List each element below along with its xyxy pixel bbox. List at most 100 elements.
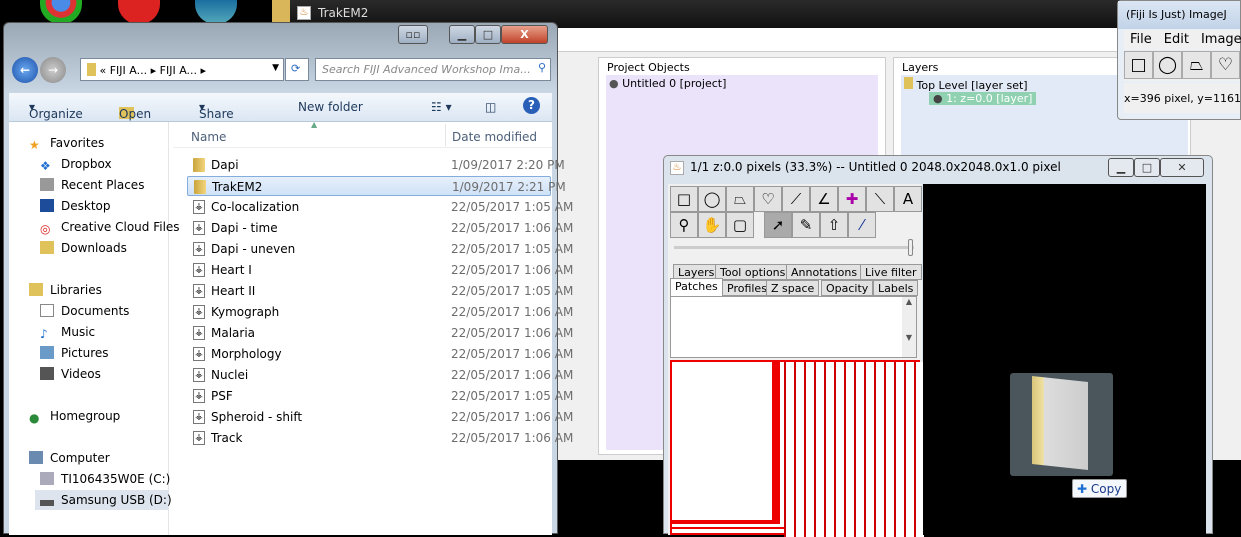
chrome-icon[interactable] <box>40 0 82 24</box>
brush-tool-icon[interactable]: ⁄ <box>848 212 876 238</box>
file-row[interactable]: ⚶ Track 22/05/2017 1:06 AM <box>187 428 573 448</box>
folder-icon[interactable] <box>272 0 290 24</box>
file-row[interactable]: ⚶ Dapi - uneven 22/05/2017 1:05 AM <box>187 239 573 259</box>
file-row[interactable]: ⚶ Co-localization 22/05/2017 1:05 AM <box>187 197 573 217</box>
tab-patches[interactable]: Patches <box>670 278 723 297</box>
homegroup-icon: ● <box>29 411 40 425</box>
text-tool-icon[interactable]: A <box>894 186 922 212</box>
nav-downloads[interactable]: Downloads <box>40 241 127 255</box>
nav-recent-places[interactable]: Recent Places <box>40 178 144 192</box>
itunes-icon[interactable] <box>118 0 160 24</box>
file-name: Malaria <box>211 326 256 340</box>
app-icon[interactable] <box>195 0 237 24</box>
nav-music[interactable]: ♪ Music <box>40 325 95 341</box>
color-picker-tool-icon[interactable]: ▢ <box>726 212 754 238</box>
tab-live-filter[interactable]: Live filter <box>860 264 922 280</box>
chevron-down-icon[interactable]: ▼ <box>272 63 279 73</box>
tab-z-space[interactable]: Z space <box>766 280 820 296</box>
minimize-button[interactable]: ▁ <box>1108 158 1134 177</box>
forward-button[interactable]: → <box>40 57 66 83</box>
breadcrumb-overflow[interactable]: « <box>100 64 107 77</box>
angle-tool-icon[interactable]: ∠ <box>810 186 838 212</box>
nav-drive-d[interactable]: Samsung USB (D:) <box>35 490 172 510</box>
tab-annotations[interactable]: Annotations <box>786 264 863 280</box>
nav-dropbox[interactable]: ❖ Dropbox <box>40 157 112 173</box>
nav-videos[interactable]: Videos <box>40 367 101 381</box>
address-bar[interactable]: « FIJI A... ▸ FIJI A... ▸ ▼ <box>80 58 284 81</box>
pen-tool-icon[interactable]: ⇧ <box>820 212 848 238</box>
menu-image[interactable]: Image <box>1201 32 1241 47</box>
back-button[interactable]: ← <box>12 57 38 83</box>
polygon-tool-icon[interactable]: ⏢ <box>726 186 754 212</box>
share-with-button[interactable]: Share with ▾ <box>199 100 234 135</box>
tab-labels[interactable]: Labels <box>873 280 919 296</box>
point-tool-icon[interactable]: ✚ <box>838 186 866 212</box>
menu-edit[interactable]: Edit <box>1164 32 1189 47</box>
close-button[interactable]: ✕ <box>1160 158 1204 177</box>
oval-tool-icon[interactable]: ◯ <box>698 186 726 212</box>
help-icon[interactable]: ? <box>523 97 540 114</box>
file-row[interactable]: ⚶ Kymograph 22/05/2017 1:06 AM <box>187 302 573 322</box>
file-row[interactable]: TrakEM2 1/09/2017 2:21 PM <box>187 176 566 196</box>
tree-node-layer[interactable]: ● 1: z=0.0 [layer] <box>929 92 1037 105</box>
search-input[interactable]: Search FIJI Advanced Workshop Ima... ⚲ <box>315 58 551 81</box>
rectangle-tool-icon[interactable]: □ <box>1124 51 1153 79</box>
nav-documents[interactable]: Documents <box>40 304 129 318</box>
polygon-tool-icon[interactable]: ⏢ <box>1182 51 1211 79</box>
tab-profiles[interactable]: Profiles <box>722 280 772 296</box>
file-row[interactable]: ⚶ Nuclei 22/05/2017 1:06 AM <box>187 365 573 385</box>
tab-tool-options[interactable]: Tool options <box>715 264 791 280</box>
hand-tool-icon[interactable]: ✋ <box>698 212 726 238</box>
file-row[interactable]: ⚶ Malaria 22/05/2017 1:06 AM <box>187 323 573 343</box>
zoom-tool-icon[interactable]: ⚲ <box>670 212 698 238</box>
file-row[interactable]: ⚶ Heart II 22/05/2017 1:05 AM <box>187 281 573 301</box>
breadcrumb-item[interactable]: FIJI A... <box>160 64 197 77</box>
maximize-button[interactable]: □ <box>1134 158 1160 177</box>
layer-slider-thumb[interactable] <box>908 239 913 256</box>
oval-tool-icon[interactable]: ◯ <box>1153 51 1182 79</box>
file-row[interactable]: ⚶ PSF 22/05/2017 1:05 AM <box>187 386 573 406</box>
wand-tool-icon[interactable]: ⟍ <box>866 186 894 212</box>
file-row[interactable]: Dapi 1/09/2017 2:20 PM <box>187 155 565 175</box>
file-row[interactable]: ⚶ Spheroid - shift 22/05/2017 1:06 AM <box>187 407 573 427</box>
display-canvas[interactable] <box>923 184 1206 535</box>
freehand-tool-icon[interactable]: ♡ <box>754 186 782 212</box>
nav-libraries[interactable]: Libraries <box>29 283 102 297</box>
close-button[interactable]: X <box>501 25 548 44</box>
pencil-tool-icon[interactable]: ✎ <box>792 212 820 238</box>
file-row[interactable]: ⚶ Heart I 22/05/2017 1:06 AM <box>187 260 573 280</box>
new-folder-button[interactable]: New folder <box>298 100 363 114</box>
select-tool-icon[interactable]: ➚ <box>764 212 792 238</box>
refresh-button[interactable]: ⟳ <box>285 58 309 81</box>
scrollbar[interactable]: ▲ ▼ <box>902 297 916 357</box>
maximize-button[interactable]: □ <box>475 25 501 44</box>
snap-button[interactable]: ▫▫ <box>398 25 428 44</box>
tree-node-project[interactable]: ● Untitled 0 [project] <box>609 77 726 90</box>
organize-button[interactable]: Organize ▾ <box>29 100 83 121</box>
search-icon[interactable]: ⚲ <box>538 61 546 74</box>
nav-favorites[interactable]: ★ Favorites <box>29 136 104 152</box>
nav-computer[interactable]: Computer <box>29 451 110 465</box>
menu-file[interactable]: File <box>1130 32 1152 47</box>
nav-drive-c[interactable]: TI106435W0E (C:) <box>40 472 170 486</box>
fiji-title-bar[interactable]: (Fiji Is Just) ImageJ <box>1118 1 1240 29</box>
breadcrumb-item[interactable]: FIJI A... <box>110 64 147 77</box>
layer-slider[interactable] <box>674 246 914 249</box>
nav-creative-cloud[interactable]: ◎ Creative Cloud Files <box>40 220 180 236</box>
column-header-name[interactable]: Name <box>191 130 226 144</box>
freehand-tool-icon[interactable]: ♡ <box>1211 51 1240 79</box>
tab-opacity[interactable]: Opacity <box>821 280 874 296</box>
minimize-button[interactable]: ▁ <box>449 25 475 44</box>
tree-node-layer-set[interactable]: Top Level [layer set] <box>904 77 1028 92</box>
line-tool-icon[interactable]: ⟋ <box>782 186 810 212</box>
file-row[interactable]: ⚶ Morphology 22/05/2017 1:06 AM <box>187 344 573 364</box>
file-row[interactable]: ⚶ Dapi - time 22/05/2017 1:06 AM <box>187 218 573 238</box>
column-header-date[interactable]: Date modified <box>452 130 537 144</box>
preview-pane-icon[interactable]: ◫ <box>485 100 496 114</box>
nav-desktop[interactable]: Desktop <box>40 199 111 213</box>
rectangle-tool-icon[interactable]: □ <box>670 186 698 212</box>
view-options-icon[interactable]: ☷ ▾ <box>431 100 452 114</box>
fiji-toolbar: □ ◯ ⏢ ♡ <box>1124 51 1240 81</box>
nav-pictures[interactable]: Pictures <box>40 346 109 360</box>
nav-homegroup[interactable]: ● Homegroup <box>29 409 120 425</box>
